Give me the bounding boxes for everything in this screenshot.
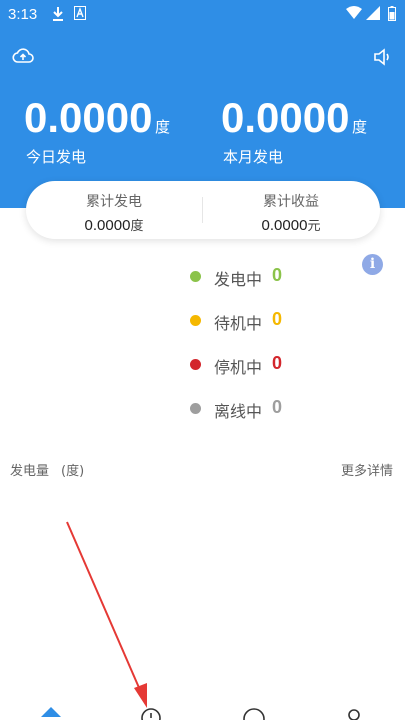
chart-title: 发电量 (度): [10, 460, 84, 479]
today-generation-unit: 度: [155, 118, 171, 136]
wifi-icon: [346, 6, 362, 19]
total-generation-unit: 度: [130, 219, 144, 234]
header-panel: 3:13 0.0000 度 今日发电 0.0000 度 本月发电: [0, 0, 405, 208]
home-icon[interactable]: [40, 706, 62, 720]
month-generation-unit: 度: [352, 118, 368, 136]
today-generation-value: 0.0000: [24, 94, 153, 141]
total-income-title: 累计收益: [263, 194, 319, 210]
status-dot: [190, 403, 201, 414]
total-generation-value: 0.0000: [84, 217, 131, 234]
device-icon[interactable]: [242, 706, 266, 720]
status-count: 0: [272, 309, 283, 329]
total-generation-title: 累计发电: [86, 194, 142, 210]
status-label: 发电中: [214, 270, 263, 289]
more-details-link[interactable]: 更多详情: [341, 460, 393, 479]
cloud-upload-icon[interactable]: [12, 46, 34, 64]
status-count: 0: [272, 397, 283, 417]
info-icon[interactable]: i: [362, 254, 383, 275]
total-income-value: 0.0000: [261, 217, 308, 234]
status-dot: [190, 359, 201, 370]
profile-icon[interactable]: [344, 706, 364, 720]
download-icon: [53, 7, 63, 21]
month-generation-value: 0.0000: [221, 94, 350, 141]
chart-title-text: 发电量: [10, 464, 50, 479]
status-label: 待机中: [214, 314, 263, 333]
summary-card: 累计发电 0.0000度 累计收益 0.0000元: [26, 181, 380, 239]
battery-icon: [388, 6, 396, 21]
signal-icon: [366, 6, 380, 20]
total-income-unit: 元: [307, 219, 321, 234]
a-icon: [74, 6, 86, 20]
status-dot: [190, 271, 201, 282]
status-time: 3:13: [8, 6, 38, 23]
status-label: 停机中: [214, 358, 263, 377]
status-count: 0: [272, 353, 283, 373]
status-count: 0: [272, 265, 283, 285]
chart-unit: (度): [61, 464, 85, 479]
status-dot: [190, 315, 201, 326]
month-generation-label: 本月发电: [223, 148, 284, 166]
status-bar: 3:13: [0, 0, 405, 30]
speaker-icon[interactable]: [372, 46, 394, 68]
status-label: 离线中: [214, 402, 263, 421]
stats-icon[interactable]: [140, 706, 162, 720]
total-income: 累计收益 0.0000元: [203, 191, 379, 234]
today-generation-label: 今日发电: [26, 148, 87, 166]
total-generation: 累计发电 0.0000度: [26, 191, 202, 234]
